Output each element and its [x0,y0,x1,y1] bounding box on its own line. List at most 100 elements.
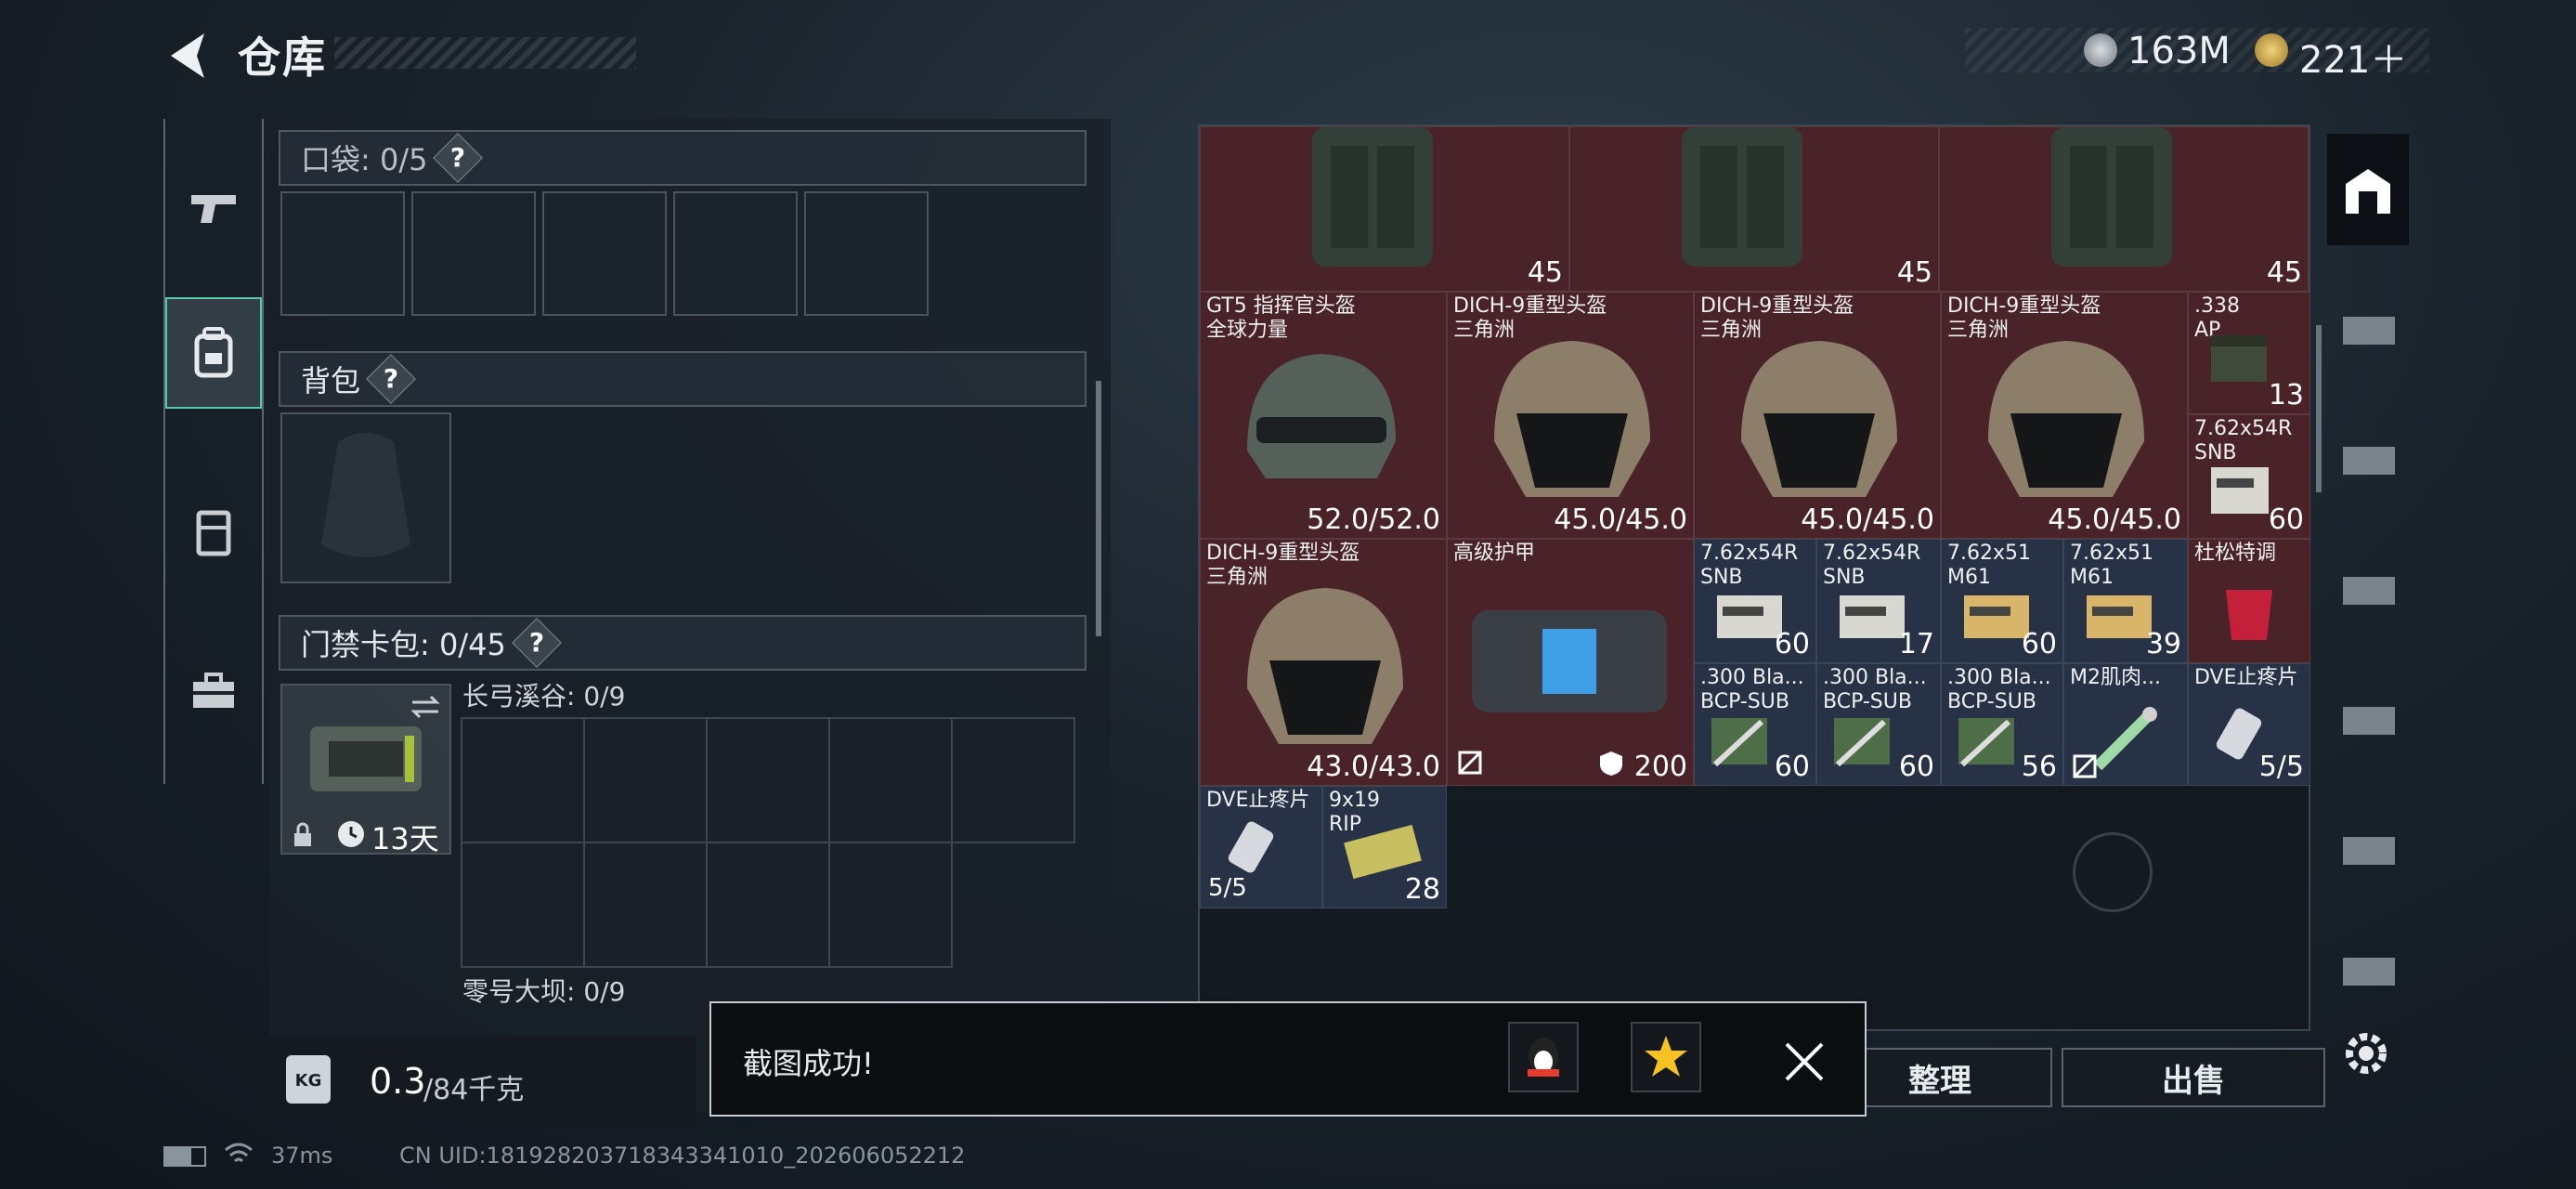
close-icon[interactable] [1781,1039,1828,1085]
vest-icon [1312,127,1433,267]
pocket-slot[interactable] [542,191,667,316]
backpack-silhouette-icon [321,433,410,557]
weight-value: 0.3 [370,1061,426,1102]
storage-item[interactable]: 7.62x54R SNB 60 [2188,414,2310,539]
keycard-slot[interactable] [583,717,708,843]
title-decoration [334,37,636,69]
toolbox-icon [193,673,234,708]
keycard-slot[interactable] [951,717,1075,843]
storage-item[interactable]: 7.62x54R SNB 17 [1816,539,1941,663]
keycase-days: 13天 [371,821,439,856]
keycase-help-button[interactable]: ? [511,618,562,668]
pocket-slot[interactable] [280,191,405,316]
storage-item[interactable]: 高级护甲 200 [1447,539,1694,786]
storage-item[interactable]: 7.62x51 M61 60 [1941,539,2063,663]
pocket-slot[interactable] [673,191,798,316]
injector-icon [2093,707,2157,771]
storage-tab-IV[interactable] [2327,533,2409,645]
item-value: 60 [2268,503,2304,536]
item-value: 5/5 [1208,874,1247,902]
qq-share-icon[interactable] [1508,1022,1579,1092]
settings-gear-icon[interactable] [2340,1027,2392,1079]
backpack-help-button[interactable]: ? [366,354,416,404]
qzone-share-icon[interactable] [1631,1022,1701,1092]
pocket-slot[interactable] [411,191,536,316]
storage-item[interactable]: DICH-9重型头盔 三角洲 45.0/45.0 [1941,292,2188,539]
left-scrollbar[interactable] [1096,381,1101,636]
back-icon[interactable] [160,28,215,84]
currency-bar: 163M 221＋ [1965,28,2429,82]
storage-item[interactable]: DVE止疼片 5/5 [1200,786,1322,908]
storage-tab-IV-2[interactable] [2327,663,2409,775]
storage-item[interactable]: .300 Bla... BCP-SUB 56 [1941,663,2063,786]
keycard-slot[interactable] [828,842,953,968]
storage-item[interactable]: 杜松特调 [2188,539,2310,663]
keycase-label: 门禁卡包: 0/45 [301,627,506,662]
pocket-slot[interactable] [804,191,929,316]
storage-item[interactable]: 45 [1200,126,1569,292]
storage-item[interactable]: DVE止疼片 5/5 [2188,663,2310,786]
storage-item[interactable]: .300 Bla... BCP-SUB 60 [1694,663,1816,786]
item-name: 7.62x54R SNB [1823,542,1921,589]
keycard-slot[interactable] [461,717,585,843]
item-value: 60 [1774,628,1810,660]
wifi-icon [225,1143,253,1163]
ammo-box-icon [2211,335,2267,382]
vest-icon [1682,127,1802,267]
backpack-slot[interactable] [280,412,451,583]
item-name: 7.62x54R SNB [1700,542,1799,589]
durability-shield-icon [1600,751,1622,776]
sell-button[interactable]: 出售 [2062,1048,2325,1107]
storage-tab-V[interactable] [2327,403,2409,515]
storage-tab-main[interactable] [2327,134,2409,245]
swap-icon[interactable] [409,693,442,721]
pocket-help-button[interactable]: ? [433,133,484,183]
storage-item[interactable]: .338 AP 13 [2188,292,2310,414]
weight-max: /84千克 [423,1074,525,1106]
storage-item[interactable]: GT5 指挥官头盔 全球力量 52.0/52.0 [1200,292,1447,539]
storage-tab-III-2[interactable] [2327,793,2409,905]
keycard-slot[interactable] [583,842,708,968]
placeholder-target-icon [2073,832,2153,912]
item-value: 52.0/52.0 [1307,503,1440,536]
backpack-header: 背包 ? [279,351,1086,407]
item-value: 60 [1774,751,1810,783]
storage-expansion-icon [2343,958,2395,986]
keycard-slot[interactable] [706,842,830,968]
helmet-icon [1494,341,1650,497]
toolbox-category-tab[interactable] [165,635,262,747]
gear-category-tab[interactable] [165,297,262,409]
storage-item[interactable]: DICH-9重型头盔 三角洲 45.0/45.0 [1447,292,1694,539]
silver-coin-icon [2084,33,2117,67]
backpack-label: 背包 [301,363,361,399]
ping-value: 37ms [271,1143,333,1169]
storage-item[interactable]: DICH-9重型头盔 三角洲 43.0/43.0 [1200,539,1447,786]
keycard-slot[interactable] [828,717,953,843]
storage-item[interactable]: 7.62x51 M61 39 [2063,539,2188,663]
case-icon [196,510,231,556]
keycase-slot[interactable]: 13天 [280,684,451,856]
item-value: 60 [2021,628,2057,660]
item-value: 39 [2145,628,2181,660]
storage-item[interactable]: 45 [1939,126,2309,292]
storage-item[interactable]: 7.62x54R SNB 60 [1694,539,1816,663]
keycase-header: 门禁卡包: 0/45 ? [279,615,1086,671]
item-value: 5/5 [2258,751,2304,783]
storage-scrollbar[interactable] [2316,325,2322,492]
container-category-tab[interactable] [165,476,262,587]
storage-item[interactable]: .300 Bla... BCP-SUB 60 [1816,663,1941,786]
gold-amount[interactable]: 221＋ [2299,30,2407,84]
helmet-icon [1988,341,2144,497]
weapon-category-tab[interactable] [165,152,262,264]
keycard-slot[interactable] [706,717,830,843]
weight-bar: KG 0.3 /84千克 [269,1037,696,1122]
storage-item[interactable]: 45 [1569,126,1939,292]
gold-coin-icon [2255,33,2288,67]
storage-item[interactable]: M2肌肉... [2063,663,2188,786]
keycard-slot[interactable] [461,842,585,968]
storage-item[interactable]: DICH-9重型头盔 三角洲 45.0/45.0 [1694,292,1941,539]
storage-expansion-icon [2343,837,2395,865]
storage-tab-III[interactable] [2327,273,2409,385]
storage-item[interactable]: 9x19 RIP 28 [1322,786,1447,908]
storage-tab-III-3[interactable] [2327,923,2409,1016]
